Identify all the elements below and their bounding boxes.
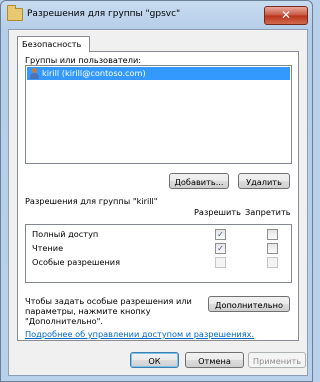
tab-security[interactable]: Безопасность xyxy=(17,36,90,52)
permission-name-read: Чтение xyxy=(32,243,64,253)
dialog-client-area: Безопасность Группы или пользователи: ki… xyxy=(8,29,308,376)
title-bar[interactable]: Разрешения для группы "gpsvc" ✕ xyxy=(1,1,312,29)
permission-name-special: Особые разрешения xyxy=(32,257,121,267)
list-item[interactable]: kirill (kirill@contoso.com) xyxy=(27,67,290,80)
special-permissions-text-line-1: Чтобы задать особые разрешения или xyxy=(25,296,192,306)
allow-read-checkbox[interactable]: ✓ xyxy=(215,243,226,254)
permissions-header: Разрешения для группы "kirill" xyxy=(25,196,158,206)
deny-full-control-checkbox[interactable] xyxy=(267,229,278,240)
allow-column-header: Разрешить xyxy=(194,207,241,217)
security-tab-panel: Группы или пользователи: kirill (kirill@… xyxy=(17,51,299,341)
groups-listbox[interactable]: kirill (kirill@contoso.com) xyxy=(25,65,292,164)
advanced-button[interactable]: Дополнительно xyxy=(208,296,290,312)
apply-button: Применить xyxy=(248,352,306,368)
deny-column-header: Запретить xyxy=(245,207,291,217)
folder-icon xyxy=(7,5,23,21)
special-permissions-text-line-2: параметры, нажмите кнопку xyxy=(25,306,151,316)
allow-special-checkbox xyxy=(215,257,226,268)
window-title: Разрешения для группы "gpsvc" xyxy=(27,9,181,19)
cancel-button[interactable]: Отмена xyxy=(185,352,244,368)
list-item-label: kirill (kirill@contoso.com) xyxy=(42,68,146,78)
close-button[interactable]: ✕ xyxy=(264,6,308,25)
permission-name-full-control: Полный доступ xyxy=(32,229,99,239)
permissions-dialog: Разрешения для группы "gpsvc" ✕ Безопасн… xyxy=(0,0,313,382)
add-button[interactable]: Добавить... xyxy=(169,173,229,189)
learn-more-link[interactable]: Подробнее об управлении доступом и разре… xyxy=(25,329,254,339)
permissions-list: Полный доступ ✓ Чтение ✓ Особые разрешен… xyxy=(25,224,292,283)
deny-special-checkbox xyxy=(267,257,278,268)
deny-read-checkbox[interactable] xyxy=(267,243,278,254)
user-icon xyxy=(30,68,39,79)
remove-button[interactable]: Удалить xyxy=(238,173,290,189)
ok-button[interactable]: ОК xyxy=(130,352,179,368)
groups-label: Группы или пользователи: xyxy=(25,55,142,65)
allow-full-control-checkbox[interactable]: ✓ xyxy=(215,229,226,240)
special-permissions-text-line-3: "Дополнительно". xyxy=(25,316,104,326)
